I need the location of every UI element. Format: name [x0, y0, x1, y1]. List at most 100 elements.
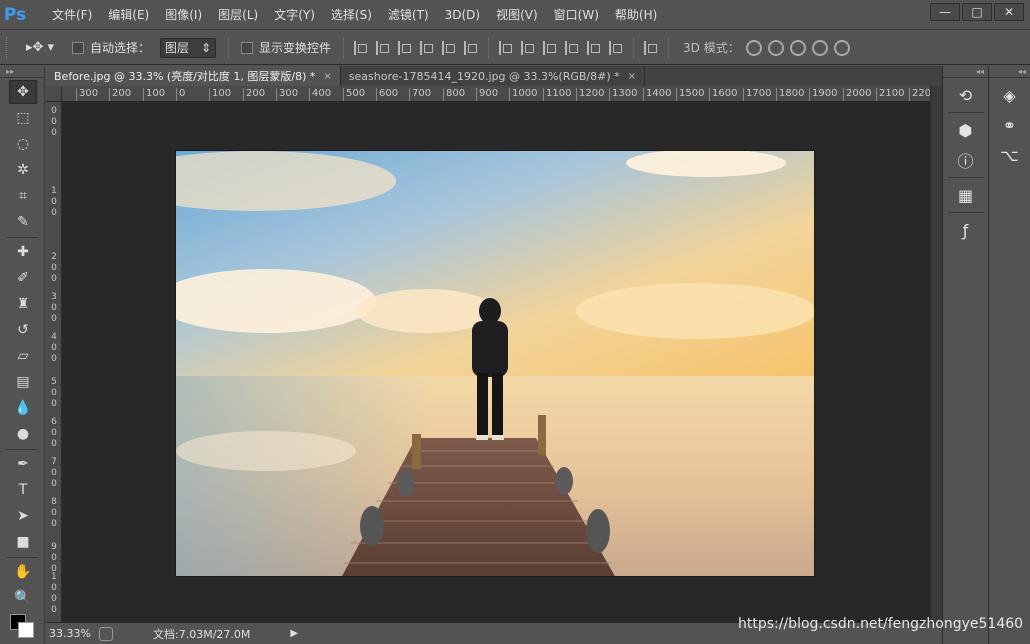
- distribute-top-icon[interactable]: [499, 40, 513, 55]
- info-panel-icon[interactable]: ⓘ: [950, 147, 982, 173]
- ruler-left-tick: 2 0 0: [51, 252, 57, 284]
- ruler-top-tick: 0: [176, 88, 185, 101]
- menu-window[interactable]: 窗口(W): [546, 0, 607, 30]
- move-tool-preset-icon[interactable]: ▸✥ ▾: [26, 40, 60, 55]
- align-right-icon[interactable]: [464, 40, 478, 55]
- align-left-icon[interactable]: [420, 40, 434, 55]
- ruler-left[interactable]: 0 0 0 1 0 0 2 0 0 3 0 0 4 0 0 5 0 0 6 0 …: [46, 102, 62, 622]
- minimize-button[interactable]: —: [930, 3, 960, 21]
- crop-tool-icon[interactable]: ⌗: [9, 184, 37, 208]
- grid-panel-icon[interactable]: ▦: [950, 182, 982, 208]
- auto-align-icon[interactable]: [644, 40, 658, 55]
- 3d-scale-icon[interactable]: [833, 39, 850, 56]
- blur-tool-icon[interactable]: 💧: [9, 396, 37, 420]
- move-tool-icon[interactable]: ✥: [9, 80, 37, 104]
- history-panel-icon[interactable]: ⟲: [950, 82, 982, 108]
- brush-tool-icon[interactable]: ✐: [9, 266, 37, 290]
- panel-dock-expand[interactable]: ◂◂: [943, 66, 988, 78]
- channels-panel-icon[interactable]: ⚭: [994, 112, 1026, 138]
- menu-layer[interactable]: 图层(L): [210, 0, 266, 30]
- panel-dock-expand[interactable]: ◂◂: [989, 66, 1030, 78]
- align-bottom-icon[interactable]: [398, 40, 412, 55]
- ruler-top-tick: 1500: [676, 88, 704, 101]
- path-select-icon[interactable]: ➤: [9, 504, 37, 528]
- marquee-tool-icon[interactable]: ⬚: [9, 106, 37, 130]
- menu-edit[interactable]: 编辑(E): [100, 0, 157, 30]
- menu-type[interactable]: 文字(Y): [266, 0, 323, 30]
- distribute-hcenter-icon[interactable]: [587, 40, 601, 55]
- gradient-tool-icon[interactable]: ▤: [9, 370, 37, 394]
- magic-wand-icon[interactable]: ✲: [9, 158, 37, 182]
- align-top-icon[interactable]: [354, 40, 368, 55]
- document-size: 文档:7.03M/27.0M: [153, 627, 251, 641]
- clone-stamp-icon[interactable]: ♜: [9, 292, 37, 316]
- distribute-bottom-icon[interactable]: [543, 40, 557, 55]
- ruler-top-tick: 100: [209, 88, 231, 101]
- options-separator: [633, 36, 635, 59]
- options-separator: [228, 36, 230, 59]
- background-color[interactable]: [18, 622, 34, 638]
- distribute-left-icon[interactable]: [565, 40, 579, 55]
- ruler-top-tick: 2000: [843, 88, 871, 101]
- auto-select-dropdown[interactable]: 图层 ⇕: [160, 37, 217, 58]
- ruler-top[interactable]: 300 200 100 0 100 200 300 400 500 600 70…: [62, 86, 930, 102]
- distribute-vcenter-icon[interactable]: [521, 40, 535, 55]
- menu-file[interactable]: 文件(F): [44, 0, 100, 30]
- ruler-left-tick: 6 0 0: [51, 417, 57, 449]
- layers-panel-icon[interactable]: ◈: [994, 82, 1026, 108]
- eraser-icon[interactable]: ▱: [9, 344, 37, 368]
- tab-before-close-icon[interactable]: ×: [323, 71, 331, 82]
- healing-brush-icon[interactable]: ✚: [9, 240, 37, 264]
- align-vcenter-icon[interactable]: [376, 40, 390, 55]
- show-transform-checkbox[interactable]: [241, 41, 254, 54]
- options-grip[interactable]: [6, 36, 12, 59]
- history-brush-icon[interactable]: ↺: [9, 318, 37, 342]
- align-hcenter-icon[interactable]: [442, 40, 456, 55]
- color-swatches: [10, 614, 36, 638]
- restore-button[interactable]: □: [962, 3, 992, 21]
- tab-seashore[interactable]: seashore-1785414_1920.jpg @ 33.3%(RGB/8#…: [340, 66, 646, 86]
- window-controls: — □ ✕: [930, 3, 1024, 21]
- zoom-level[interactable]: 33.33%: [49, 627, 95, 640]
- rectangle-tool-icon[interactable]: ■: [9, 530, 37, 554]
- 3d-panel-icon[interactable]: ⬢: [950, 117, 982, 143]
- zoom-tool-icon[interactable]: 🔍: [9, 586, 37, 610]
- options-separator: [668, 36, 670, 59]
- paths-panel-icon[interactable]: ⌥: [994, 142, 1026, 168]
- vertical-scrollbar[interactable]: [930, 86, 942, 622]
- document-image[interactable]: [175, 150, 815, 577]
- auto-select-checkbox[interactable]: [72, 41, 84, 54]
- options-separator: [488, 36, 490, 59]
- hand-tool-icon[interactable]: ✋: [9, 560, 37, 584]
- tab-seashore-close-icon[interactable]: ×: [628, 71, 636, 82]
- menu-image[interactable]: 图像(I): [157, 0, 210, 30]
- 3d-roll-icon[interactable]: [767, 39, 784, 56]
- 3d-slide-icon[interactable]: [811, 39, 828, 56]
- auto-select-value: 图层: [165, 41, 190, 55]
- ruler-left-tick: 3 0 0: [51, 292, 57, 324]
- ruler-corner[interactable]: [46, 86, 62, 102]
- distribute-right-icon[interactable]: [609, 40, 623, 55]
- ruler-top-tick: 1000: [509, 88, 537, 101]
- status-info-icon[interactable]: [99, 626, 113, 641]
- styles-fx-panel-icon[interactable]: ƒ: [950, 217, 982, 243]
- menu-3d[interactable]: 3D(D): [437, 0, 488, 30]
- menu-view[interactable]: 视图(V): [488, 0, 546, 30]
- eyedropper-icon[interactable]: ✎: [9, 210, 37, 234]
- menu-filter[interactable]: 滤镜(T): [380, 0, 437, 30]
- tab-before[interactable]: Before.jpg @ 33.3% (亮度/对比度 1, 图层蒙版/8) * …: [46, 66, 341, 86]
- 3d-rotate-icon[interactable]: [745, 39, 762, 56]
- ruler-top-tick: 600: [376, 88, 398, 101]
- ruler-top-tick: 1600: [709, 88, 737, 101]
- pen-tool-icon[interactable]: ✒: [9, 452, 37, 476]
- 3d-pan-icon[interactable]: [789, 39, 806, 56]
- lasso-tool-icon[interactable]: ◌: [9, 132, 37, 156]
- menu-select[interactable]: 选择(S): [323, 0, 380, 30]
- type-tool-icon[interactable]: T: [9, 478, 37, 502]
- menu-help[interactable]: 帮助(H): [607, 0, 665, 30]
- close-button[interactable]: ✕: [994, 3, 1024, 21]
- status-menu-arrow-icon[interactable]: ▶: [290, 628, 298, 639]
- tools-panel-collapse[interactable]: ▸▸: [0, 66, 44, 78]
- dodge-tool-icon[interactable]: ●: [9, 422, 37, 446]
- ruler-top-tick: 1800: [776, 88, 804, 101]
